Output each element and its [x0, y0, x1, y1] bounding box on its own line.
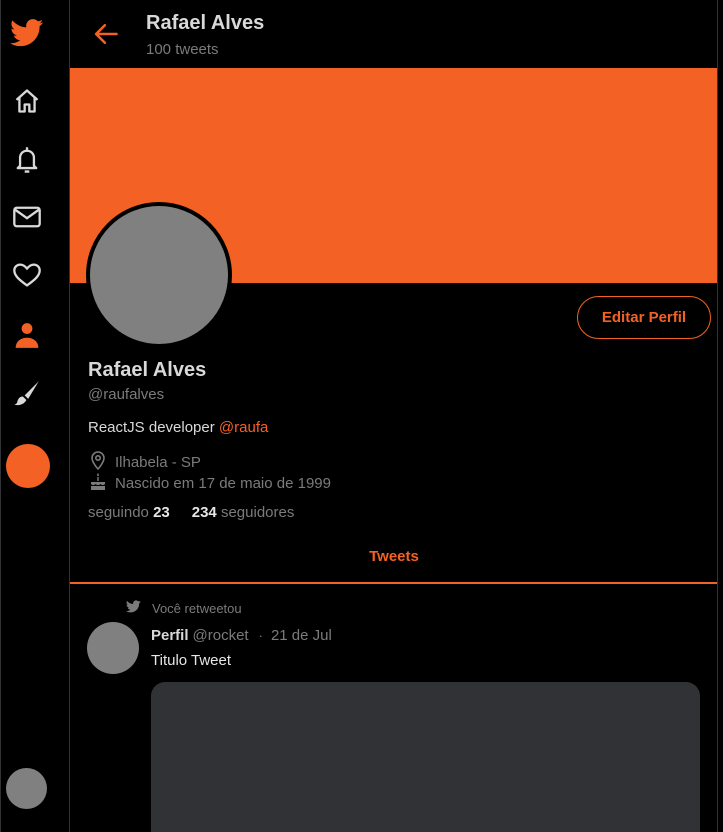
sidebar	[0, 0, 70, 832]
profile-bio: ReactJS developer @raufa	[88, 419, 268, 436]
tweet-handle[interactable]: @rocket	[193, 627, 249, 644]
edit-profile-button[interactable]: Editar Perfil	[577, 296, 711, 339]
following-link[interactable]: seguindo 23	[88, 504, 170, 521]
tweet-media[interactable]	[151, 682, 700, 832]
bio-text: ReactJS developer	[88, 419, 219, 436]
bell-icon[interactable]	[10, 143, 44, 177]
mail-icon[interactable]	[10, 200, 44, 234]
twitter-bird-icon[interactable]	[10, 16, 44, 50]
tab-tweets[interactable]: Tweets	[70, 548, 717, 565]
birth-text: Nascido em 17 de maio de 1999	[115, 474, 331, 492]
following-count: 23	[153, 504, 170, 521]
header-tweet-count: 100 tweets	[146, 41, 219, 58]
header-title: Rafael Alves	[146, 12, 265, 34]
profile-name: Rafael Alves	[88, 359, 207, 381]
bio-mention-link[interactable]: @raufa	[219, 419, 268, 436]
tweet-item[interactable]: Você retweetou Perfil @rocket · 21 de Jul T…	[70, 590, 717, 832]
account-avatar[interactable]	[6, 768, 47, 809]
back-arrow-icon[interactable]	[92, 20, 120, 48]
tweet-date[interactable]: 21 de Jul	[271, 627, 332, 644]
follow-stats: seguindo 23 234 seguidores	[88, 504, 294, 521]
retweet-label: Você retweetou	[152, 600, 242, 616]
birthday-cake-icon	[88, 471, 115, 495]
followers-count: 234	[191, 504, 217, 521]
profile-tabs: Tweets	[70, 536, 717, 584]
tweet-text: Titulo Tweet	[151, 652, 232, 669]
tweet-avatar[interactable]	[87, 622, 139, 674]
heart-icon[interactable]	[10, 258, 44, 292]
profile-page: Rafael Alves 100 tweets Editar Perfil Ra…	[70, 0, 718, 832]
twitter-bird-small-icon	[125, 600, 152, 616]
page-header: Rafael Alves 100 tweets	[70, 0, 717, 68]
followers-link[interactable]: 234 seguidores	[192, 504, 295, 521]
compose-tweet-button[interactable]	[6, 444, 50, 488]
tweet-separator: ·	[258, 628, 263, 643]
tweet-author[interactable]: Perfil	[151, 627, 189, 644]
profile-avatar[interactable]	[86, 202, 232, 348]
tweet-header: Perfil @rocket · 21 de Jul	[151, 627, 332, 644]
home-icon[interactable]	[10, 84, 44, 118]
profile-handle: @raufalves	[88, 386, 165, 403]
followers-label: seguidores	[220, 504, 295, 521]
following-label: seguindo	[88, 504, 149, 521]
location-text: Ilhabela - SP	[115, 453, 201, 471]
brush-icon[interactable]	[10, 376, 44, 410]
birth-row: Nascido em 17 de maio de 1999	[88, 471, 331, 495]
retweet-indicator: Você retweetou	[125, 600, 242, 616]
person-icon[interactable]	[10, 318, 44, 352]
